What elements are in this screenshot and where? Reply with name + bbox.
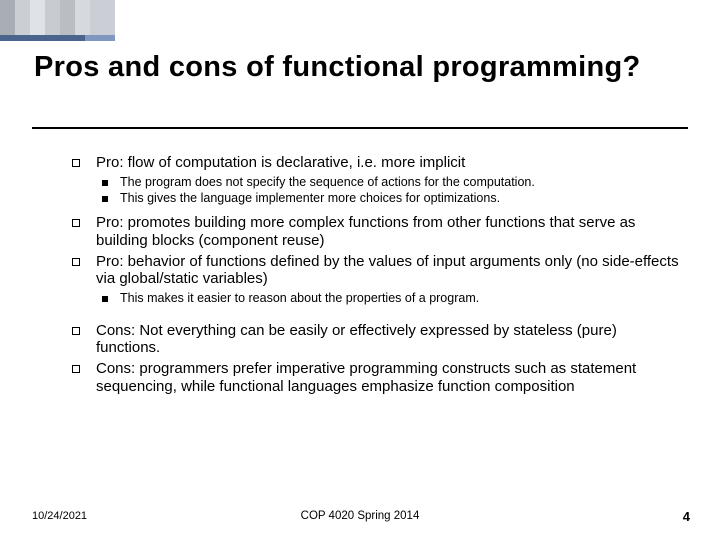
footer-course: COP 4020 Spring 2014 (0, 510, 720, 522)
bullet-level1: Cons: Not everything can be easily or ef… (68, 322, 682, 357)
footer-page-number: 4 (683, 509, 690, 524)
slide-body: Pro: flow of computation is declarative,… (68, 154, 682, 398)
bullet-level1: Cons: programmers prefer imperative prog… (68, 360, 682, 395)
slide-decoration (0, 0, 115, 35)
bullet-level1: Pro: flow of computation is declarative,… (68, 154, 682, 172)
bullet-level2: This makes it easier to reason about the… (68, 291, 682, 306)
bullet-level2: This gives the language implementer more… (68, 191, 682, 206)
slide-title: Pros and cons of functional programming? (34, 50, 641, 85)
bullet-level1: Pro: behavior of functions defined by th… (68, 253, 682, 288)
bullet-level1: Pro: promotes building more complex func… (68, 214, 682, 249)
title-rule (32, 127, 688, 129)
bullet-level2: The program does not specify the sequenc… (68, 175, 682, 190)
